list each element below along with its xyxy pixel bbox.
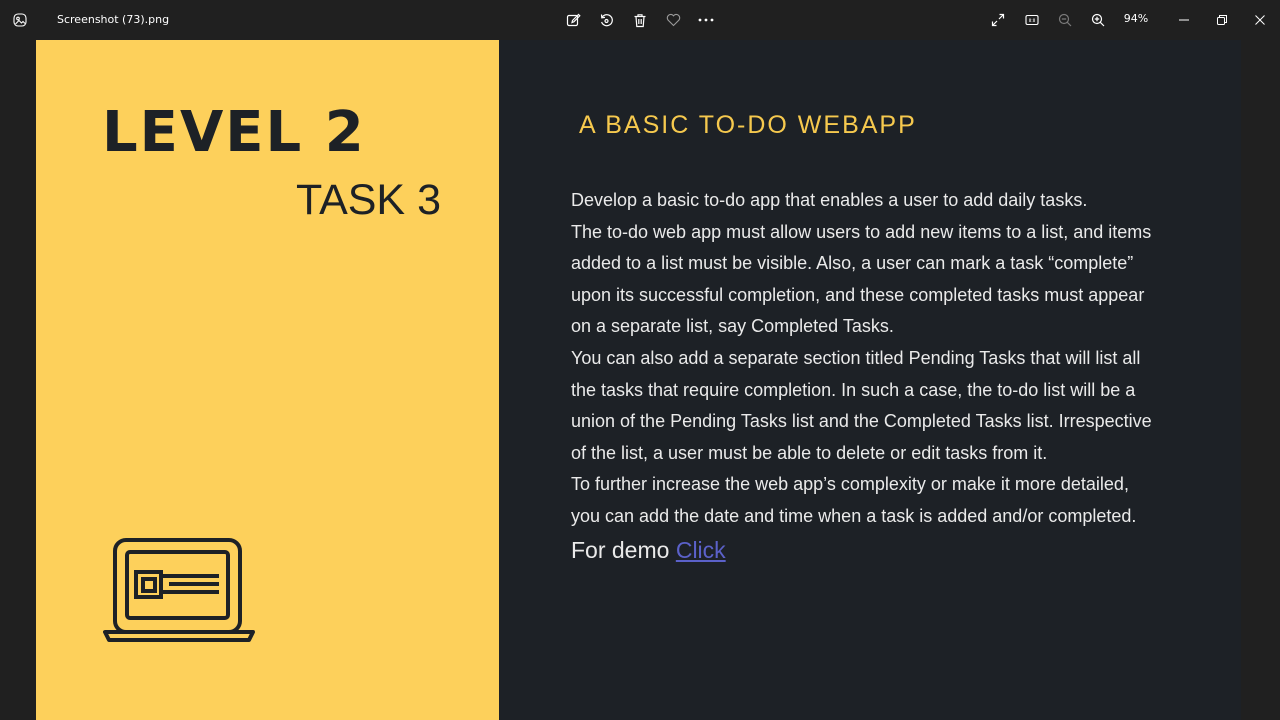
slide-image: LEVEL 2 TASK 3 A BASIC TO-DO WEBAPP Deve… [36,40,1241,720]
task-heading: TASK 3 [296,176,441,224]
demo-line: For demo Click [571,533,726,567]
fullscreen-button[interactable] [983,5,1013,35]
zoom-in-button[interactable] [1083,5,1113,35]
slide-left-panel: LEVEL 2 TASK 3 [36,40,499,720]
more-icon [698,18,714,22]
favorite-button[interactable] [658,5,688,35]
actual-size-button[interactable] [1017,5,1047,35]
delete-button[interactable] [625,5,655,35]
zoom-out-icon [1058,13,1072,27]
zoom-out-button[interactable] [1050,5,1080,35]
demo-link[interactable]: Click [676,537,726,563]
more-button[interactable] [691,5,721,35]
description-line: Develop a basic to-do app that enables a… [571,190,1088,210]
rotate-icon [599,13,614,28]
level-heading: LEVEL 2 [102,100,366,165]
description-line: union of the Pending Tasks list and the … [571,411,1152,432]
zoom-level[interactable]: 94% [1116,0,1156,40]
fullscreen-icon [991,13,1005,27]
photos-app-icon[interactable] [0,0,40,40]
description-line: you can add the date and time when a tas… [571,505,1137,526]
task-description: Develop a basic to-do app that enables a… [571,185,1211,533]
zoom-in-icon [1091,13,1105,27]
close-button[interactable] [1245,5,1275,35]
favorite-icon [666,13,681,27]
title-bar: Screenshot (73).png 94% [0,0,1280,40]
actual-size-icon [1025,14,1039,26]
rotate-button[interactable] [591,5,621,35]
restore-icon [1217,15,1227,25]
laptop-icon [103,538,255,646]
slide-title: A BASIC TO-DO WEBAPP [579,111,917,139]
description-line: on a separate list, say Completed Tasks. [571,316,894,337]
restore-button[interactable] [1207,5,1237,35]
description-line: The to-do web app must allow users to ad… [571,221,1152,242]
description-line: added to a list must be visible. Also, a… [571,253,1134,274]
minimize-icon [1179,15,1189,25]
demo-label: For demo [571,537,676,563]
slide-right-panel: A BASIC TO-DO WEBAPP Develop a basic to-… [499,40,1241,720]
description-line: of the list, a user must be able to dele… [571,442,1048,463]
description-line: You can also add a separate section titl… [571,347,1141,368]
edit-image-button[interactable] [558,5,588,35]
delete-icon [633,13,647,28]
minimize-button[interactable] [1169,5,1199,35]
description-line: upon its successful completion, and thes… [571,284,1145,305]
edit-image-icon [566,13,581,28]
close-icon [1255,15,1265,25]
image-canvas[interactable]: LEVEL 2 TASK 3 A BASIC TO-DO WEBAPP Deve… [0,40,1280,720]
file-name: Screenshot (73).png [57,13,170,26]
description-line: To further increase the web app’s comple… [571,474,1129,495]
description-line: the tasks that require completion. In su… [571,379,1136,400]
